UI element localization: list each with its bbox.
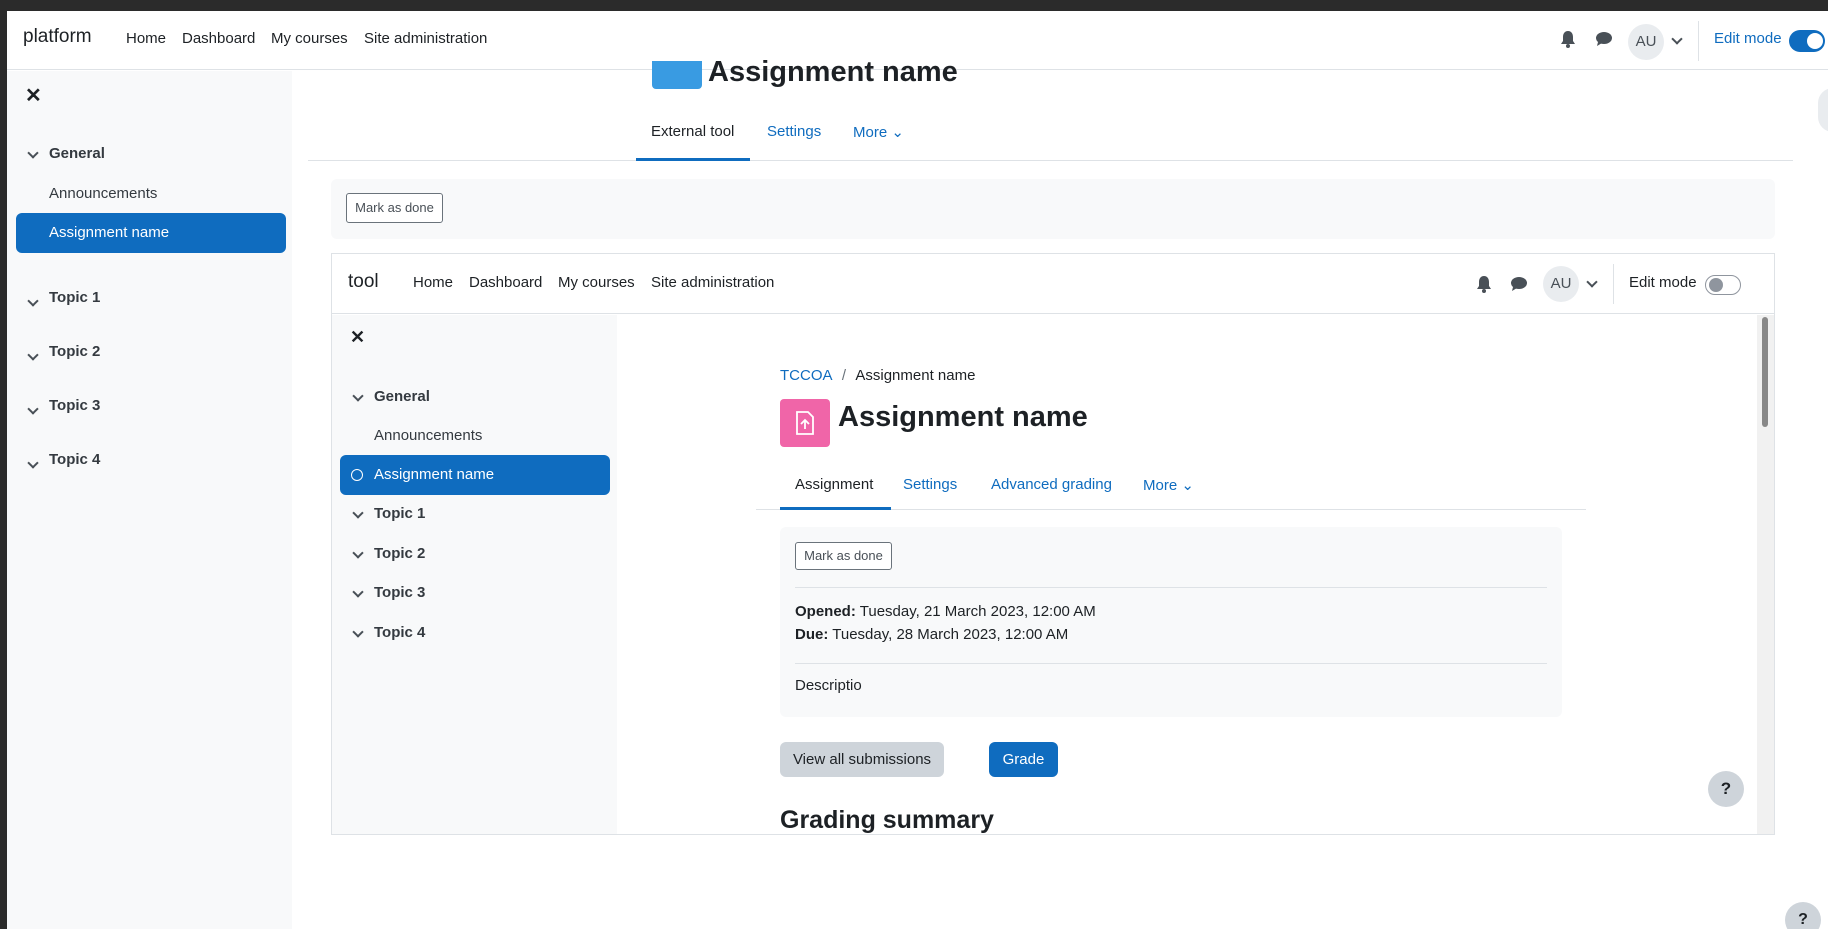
chevron-down-icon[interactable] xyxy=(27,295,39,307)
inner-navbar: tool Home Dashboard My courses Site admi… xyxy=(332,254,1774,314)
browser-viewport: platform Home Dashboard My courses Site … xyxy=(7,11,1828,929)
nav-home[interactable]: Home xyxy=(126,30,166,47)
inner-site-brand[interactable]: tool xyxy=(348,271,379,293)
edit-mode-toggle[interactable] xyxy=(1789,30,1825,52)
navbar-divider xyxy=(1613,264,1614,304)
divider xyxy=(795,587,1547,588)
window-top-strip xyxy=(0,0,1828,11)
tab-external-tool[interactable]: External tool xyxy=(651,123,734,140)
inner-nav-site-administration[interactable]: Site administration xyxy=(651,274,774,291)
inner-course-index: ✕ General Announcements Assignment name … xyxy=(332,315,617,834)
edit-mode-label: Edit mode xyxy=(1714,30,1782,47)
chevron-down-icon[interactable] xyxy=(352,507,364,519)
inner-tab-settings[interactable]: Settings xyxy=(903,476,957,493)
chevron-down-icon[interactable] xyxy=(352,390,364,402)
tabs-divider xyxy=(308,160,1793,161)
inner-scrollbar-thumb[interactable] xyxy=(1762,317,1768,427)
help-button[interactable]: ? xyxy=(1785,902,1821,929)
chevron-down-icon[interactable] xyxy=(352,626,364,638)
chevron-down-icon[interactable] xyxy=(352,586,364,598)
drawer-item-label: Assignment name xyxy=(374,466,495,483)
drawer-item-label: Assignment name xyxy=(49,224,170,241)
inner-section-topic-3[interactable]: Topic 3 xyxy=(374,584,425,601)
section-topic-1[interactable]: Topic 1 xyxy=(49,289,100,306)
active-tab-indicator xyxy=(636,158,750,161)
inner-edit-mode-toggle[interactable] xyxy=(1705,275,1741,295)
drawer-item-assignment-active[interactable]: Assignment name xyxy=(16,213,286,253)
chevron-down-icon[interactable] xyxy=(27,147,39,159)
inner-tab-assignment[interactable]: Assignment xyxy=(795,476,873,493)
divider xyxy=(795,663,1547,664)
inner-page-title: Assignment name xyxy=(838,401,1088,433)
inner-nav-home[interactable]: Home xyxy=(413,274,453,291)
inner-active-tab-indicator xyxy=(780,507,891,510)
right-drawer-toggle[interactable] xyxy=(1818,88,1828,132)
drawer-item-announcements[interactable]: Announcements xyxy=(49,185,157,202)
chevron-down-icon[interactable] xyxy=(27,457,39,469)
inner-section-general[interactable]: General xyxy=(374,388,430,405)
opened-date: Opened: Tuesday, 21 March 2023, 12:00 AM xyxy=(795,603,1096,620)
completion-circle-icon xyxy=(351,469,363,481)
chevron-down-icon[interactable] xyxy=(1671,33,1683,45)
chat-icon[interactable] xyxy=(1510,276,1528,292)
breadcrumb-current: Assignment name xyxy=(855,367,976,384)
inner-help-button[interactable]: ? xyxy=(1708,771,1744,807)
inner-tab-more[interactable]: More ⌄ xyxy=(1143,476,1194,494)
chevron-down-icon[interactable] xyxy=(352,547,364,559)
breadcrumb: TCCOA / Assignment name xyxy=(780,367,975,384)
inner-section-topic-2[interactable]: Topic 2 xyxy=(374,545,425,562)
section-topic-2[interactable]: Topic 2 xyxy=(49,343,100,360)
close-icon[interactable]: ✕ xyxy=(25,83,42,108)
chat-icon[interactable] xyxy=(1595,31,1613,47)
due-date: Due: Tuesday, 28 March 2023, 12:00 AM xyxy=(795,626,1069,643)
inner-mark-as-done-button[interactable]: Mark as done xyxy=(795,542,892,570)
tab-more[interactable]: More ⌄ xyxy=(853,123,904,141)
section-topic-4[interactable]: Topic 4 xyxy=(49,451,100,468)
inner-nav-dashboard[interactable]: Dashboard xyxy=(469,274,542,291)
nav-dashboard[interactable]: Dashboard xyxy=(182,30,255,47)
section-topic-3[interactable]: Topic 3 xyxy=(49,397,100,414)
close-icon[interactable]: ✕ xyxy=(350,327,365,348)
view-all-submissions-button[interactable]: View all submissions xyxy=(780,742,944,777)
breadcrumb-course-link[interactable]: TCCOA xyxy=(780,367,832,384)
activity-icon xyxy=(652,61,702,89)
breadcrumb-separator: / xyxy=(841,367,847,384)
user-avatar[interactable]: AU xyxy=(1628,24,1664,60)
outer-course-index: ✕ General Announcements Assignment name … xyxy=(7,71,292,929)
external-tool-frame: tool Home Dashboard My courses Site admi… xyxy=(331,253,1775,835)
grade-button[interactable]: Grade xyxy=(989,742,1058,777)
inner-section-topic-1[interactable]: Topic 1 xyxy=(374,505,425,522)
nav-site-administration[interactable]: Site administration xyxy=(364,30,487,47)
inner-drawer-item-announcements[interactable]: Announcements xyxy=(374,427,482,444)
page-title: Assignment name xyxy=(708,56,958,88)
chevron-down-icon[interactable] xyxy=(27,349,39,361)
nav-my-courses[interactable]: My courses xyxy=(271,30,348,47)
activity-header-box: Mark as done Opened: Tuesday, 21 March 2… xyxy=(780,527,1562,717)
inner-scrollbar[interactable] xyxy=(1757,315,1774,834)
section-general[interactable]: General xyxy=(49,145,105,162)
grading-summary-heading: Grading summary xyxy=(780,806,994,834)
bell-icon[interactable] xyxy=(1560,30,1576,48)
tab-settings[interactable]: Settings xyxy=(767,123,821,140)
chevron-down-icon[interactable] xyxy=(1586,276,1598,288)
inner-user-avatar[interactable]: AU xyxy=(1543,266,1579,302)
completion-bar: Mark as done xyxy=(331,179,1775,239)
inner-edit-mode-label: Edit mode xyxy=(1629,274,1697,291)
inner-section-topic-4[interactable]: Topic 4 xyxy=(374,624,425,641)
assignment-description: Descriptio xyxy=(795,677,862,694)
navbar-divider xyxy=(1698,21,1699,61)
inner-tab-advanced-grading[interactable]: Advanced grading xyxy=(991,476,1112,493)
assignment-upload-icon xyxy=(780,399,830,447)
bell-icon[interactable] xyxy=(1476,275,1492,293)
chevron-down-icon[interactable] xyxy=(27,403,39,415)
inner-nav-my-courses[interactable]: My courses xyxy=(558,274,635,291)
mark-as-done-button[interactable]: Mark as done xyxy=(346,193,443,223)
site-brand[interactable]: platform xyxy=(23,26,92,48)
inner-drawer-item-assignment-active[interactable]: Assignment name xyxy=(340,455,610,495)
